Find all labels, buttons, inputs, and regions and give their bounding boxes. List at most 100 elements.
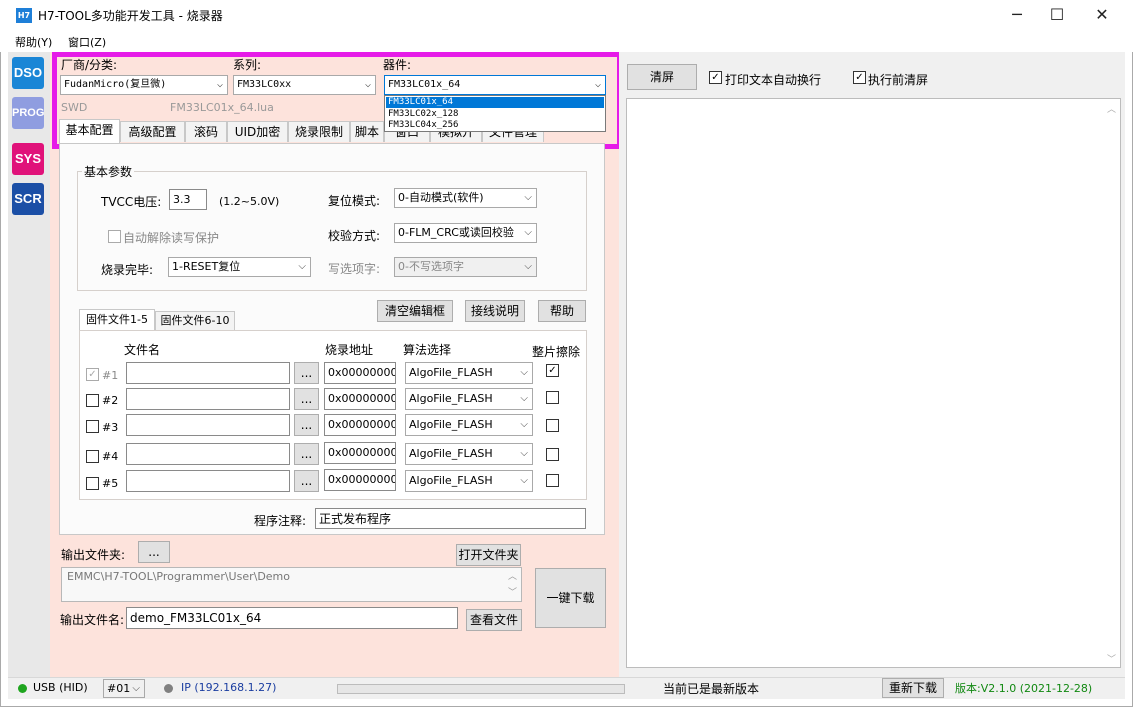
done-label: 烧录完毕:	[101, 263, 154, 277]
chevron-down-icon: ⌵	[524, 227, 532, 238]
full-erase-checkbox[interactable]	[546, 448, 559, 461]
chevron-down-icon: ⌵	[520, 393, 528, 404]
row-id: #5	[102, 477, 119, 490]
output-path-text: EMMC\H7-TOOL\Programmer\User\Demo	[67, 570, 291, 583]
basic-params-title: 基本参数	[82, 163, 135, 180]
note-input[interactable]: 正式发布程序	[315, 508, 586, 529]
version-text: 版本:V2.1.0 (2021-12-28)	[955, 682, 1093, 695]
file-path-input[interactable]	[126, 443, 290, 465]
one-click-download-button[interactable]: 一键下载	[535, 568, 606, 628]
tvcc-input[interactable]: 3.3	[169, 189, 207, 210]
row-enable-checkbox[interactable]	[86, 477, 99, 490]
done-select[interactable]: 1-RESET复位 ⌵	[168, 257, 311, 277]
row-enable-checkbox[interactable]	[86, 394, 99, 407]
auto-unlock-checkbox[interactable]	[108, 230, 121, 243]
done-value: 1-RESET复位	[172, 260, 241, 273]
algorithm-value: AlgoFile_FLASH	[409, 474, 493, 487]
chevron-down-icon: ⌵	[524, 192, 532, 203]
clear-screen-button[interactable]: 清屏	[627, 64, 697, 90]
algorithm-select[interactable]: AlgoFile_FLASH ⌵	[405, 388, 533, 410]
full-erase-checkbox[interactable]	[546, 391, 559, 404]
tvcc-range: (1.2~5.0V)	[219, 195, 280, 208]
file-path-input[interactable]	[126, 470, 290, 492]
tool-sidebar: DSO PROG SYS SCR	[8, 52, 50, 677]
clear-before-run-checkbox[interactable]: ✓	[853, 71, 866, 84]
auto-wrap-checkbox[interactable]: ✓	[709, 71, 722, 84]
menu-help[interactable]: 帮助(Y)	[15, 34, 52, 50]
output-name-label: 输出文件名:	[60, 613, 125, 627]
row-enable-checkbox[interactable]	[86, 420, 99, 433]
algorithm-select[interactable]: AlgoFile_FLASH ⌵	[405, 362, 533, 384]
address-input[interactable]: 0x00000000	[324, 362, 396, 384]
browse-file-button[interactable]: ...	[294, 443, 319, 465]
file-path-input[interactable]	[126, 414, 290, 436]
scroll-down-icon[interactable]: ﹀	[1107, 652, 1116, 665]
algorithm-value: AlgoFile_FLASH	[409, 392, 493, 405]
progress-bar	[337, 684, 625, 694]
output-name-input[interactable]: demo_FM33LC01x_64	[126, 607, 458, 629]
algorithm-select[interactable]: AlgoFile_FLASH ⌵	[405, 414, 533, 436]
chevron-down-icon: ⌵	[132, 683, 140, 694]
scroll-up-icon[interactable]: ︿	[1107, 102, 1116, 115]
device-number-select[interactable]: #01 ⌵	[103, 679, 145, 698]
reset-value: 0-自动模式(软件)	[398, 191, 484, 204]
help-button[interactable]: 帮助	[538, 300, 586, 322]
auto-unlock-label: 自动解除读写保护	[123, 231, 220, 245]
view-file-button[interactable]: 查看文件	[466, 609, 522, 631]
full-erase-checkbox[interactable]	[546, 474, 559, 487]
title-bar[interactable]: H7 H7-TOOL多功能开发工具 - 烧录器 ─ ☐ ✕	[0, 0, 1133, 32]
row-enable-checkbox[interactable]: ✓	[86, 368, 99, 381]
menu-window[interactable]: 窗口(Z)	[68, 34, 106, 50]
verify-select[interactable]: 0-FLM_CRC或读回校验 ⌵	[394, 223, 537, 243]
redownload-button[interactable]: 重新下载	[882, 678, 944, 698]
close-button[interactable]: ✕	[1079, 0, 1125, 30]
file-path-input[interactable]	[126, 362, 290, 384]
app-icon: H7	[16, 8, 32, 23]
verify-value: 0-FLM_CRC或读回校验	[398, 226, 514, 239]
note-label: 程序注释:	[254, 514, 307, 528]
prog-button[interactable]: PROG	[12, 97, 44, 129]
file-path-input[interactable]	[126, 388, 290, 410]
address-input[interactable]: 0x00000000	[324, 469, 396, 491]
reset-select[interactable]: 0-自动模式(软件) ⌵	[394, 188, 537, 208]
row-id: #1	[102, 369, 119, 382]
tab-firmware-1-5[interactable]: 固件文件1-5	[79, 309, 155, 330]
maximize-button[interactable]: ☐	[1034, 0, 1080, 30]
full-erase-checkbox[interactable]	[546, 419, 559, 432]
tvcc-label: TVCC电压:	[101, 195, 162, 209]
log-output-area[interactable]: ︿ ﹀	[626, 98, 1121, 668]
option-label: 写选项字:	[328, 262, 381, 276]
address-input[interactable]: 0x00000000	[324, 414, 396, 436]
dso-button[interactable]: DSO	[12, 57, 44, 89]
clear-edit-button[interactable]: 清空编辑框	[377, 300, 453, 322]
window-title: H7-TOOL多功能开发工具 - 烧录器	[38, 9, 223, 23]
chevron-down-icon: ⌵	[520, 475, 528, 486]
algorithm-select[interactable]: AlgoFile_FLASH ⌵	[405, 470, 533, 492]
address-input[interactable]: 0x00000000	[324, 388, 396, 410]
col-algorithm: 算法选择	[403, 343, 452, 357]
device-number-value: #01	[107, 682, 131, 695]
col-filename: 文件名	[124, 343, 161, 357]
scr-button[interactable]: SCR	[12, 183, 44, 215]
wiring-help-button[interactable]: 接线说明	[465, 300, 525, 322]
full-erase-checkbox[interactable]: ✓	[546, 364, 559, 377]
browse-file-button[interactable]: ...	[294, 470, 319, 492]
algorithm-select[interactable]: AlgoFile_FLASH ⌵	[405, 443, 533, 465]
output-folder-browse-button[interactable]: ...	[138, 541, 170, 563]
row-id: #2	[102, 394, 119, 407]
chevron-down-icon: ⌵	[520, 367, 528, 378]
open-folder-button[interactable]: 打开文件夹	[456, 544, 521, 566]
browse-file-button[interactable]: ...	[294, 362, 319, 384]
sys-button[interactable]: SYS	[12, 143, 44, 175]
scroll-down-icon[interactable]: ﹀	[508, 585, 517, 598]
algorithm-value: AlgoFile_FLASH	[409, 366, 493, 379]
verify-label: 校验方式:	[328, 229, 381, 243]
option-select[interactable]: 0-不写选项字 ⌵	[394, 257, 537, 277]
browse-file-button[interactable]: ...	[294, 414, 319, 436]
tab-firmware-6-10[interactable]: 固件文件6-10	[155, 311, 235, 330]
row-enable-checkbox[interactable]	[86, 450, 99, 463]
scroll-up-icon[interactable]: ︿	[508, 569, 517, 582]
browse-file-button[interactable]: ...	[294, 388, 319, 410]
address-input[interactable]: 0x00000000	[324, 442, 396, 464]
output-path-box[interactable]: EMMC\H7-TOOL\Programmer\User\Demo ︿ ﹀	[61, 567, 522, 602]
